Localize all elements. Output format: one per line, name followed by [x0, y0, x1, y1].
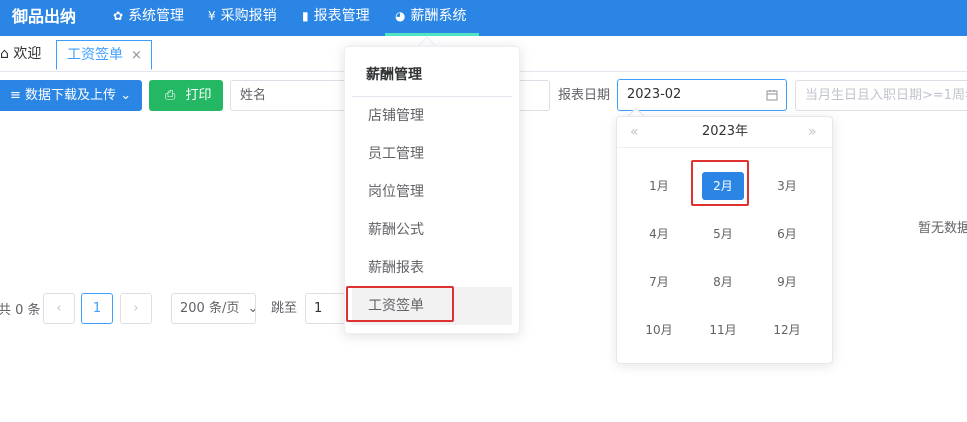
month-cell-4[interactable]: 4月: [638, 220, 680, 248]
tab-payslip[interactable]: 工资签单 ×: [56, 40, 152, 70]
download-upload-button[interactable]: ≡ 数据下载及上传 ⌄: [0, 80, 142, 111]
bar-chart-icon: ▮: [302, 9, 309, 23]
calendar-icon: [766, 90, 778, 101]
print-icon: ⎙: [165, 88, 176, 103]
menu-item-position-management[interactable]: 岗位管理: [352, 173, 512, 211]
button-label: 数据下载及上传: [25, 88, 117, 103]
nav-purchase-reimbursement[interactable]: ¥ 采购报销: [208, 0, 277, 36]
prev-year-button[interactable]: «: [630, 122, 639, 142]
nav-label: 报表管理: [313, 8, 370, 24]
tab-label: 欢迎: [13, 46, 42, 62]
month-cell-6[interactable]: 6月: [766, 220, 808, 248]
nav-report-management[interactable]: ▮ 报表管理: [302, 0, 370, 36]
chevron-down-icon: ⌄: [120, 88, 132, 103]
pie-chart-icon: ◕: [395, 9, 406, 23]
nav-system-management[interactable]: ✿ 系统管理: [113, 0, 184, 36]
home-icon: ⌂: [0, 46, 9, 62]
menu-item-salary-report[interactable]: 薪酬报表: [352, 249, 512, 287]
page-size-value: 200 条/页: [180, 301, 240, 316]
report-date-value: 2023-02: [627, 87, 682, 102]
menu-item-employee-management[interactable]: 员工管理: [352, 135, 512, 173]
nav-label: 薪酬系统: [410, 8, 467, 24]
highlight-box-menu-item: [346, 286, 454, 322]
print-button[interactable]: ⎙ 打印: [149, 80, 223, 111]
next-year-button[interactable]: »: [808, 122, 817, 142]
tab-label: 工资签单: [67, 47, 123, 63]
menu-item-salary-formula[interactable]: 薪酬公式: [352, 211, 512, 249]
menu-group-title: 薪酬管理: [366, 67, 422, 83]
month-cell-12[interactable]: 12月: [766, 316, 808, 344]
month-cell-5[interactable]: 5月: [702, 220, 744, 248]
nav-label: 系统管理: [128, 8, 185, 24]
picker-header-divider: [617, 147, 832, 148]
gear-icon: ✿: [113, 9, 124, 23]
page-size-select[interactable]: 200 条/页 ⌄: [171, 293, 256, 324]
close-icon[interactable]: ×: [131, 48, 142, 63]
month-cell-1[interactable]: 1月: [638, 172, 680, 200]
pagination-total: 共 0 条: [0, 303, 41, 318]
report-date-label: 报表日期: [558, 88, 611, 103]
tab-welcome[interactable]: ⌂ 欢迎: [0, 40, 41, 70]
jump-to-page-input[interactable]: 1: [305, 293, 349, 324]
menu-item-store-management[interactable]: 店铺管理: [352, 97, 512, 135]
yen-icon: ¥: [208, 9, 216, 23]
month-cell-10[interactable]: 10月: [638, 316, 680, 344]
nav-salary-system[interactable]: ◕ 薪酬系统: [395, 0, 466, 36]
month-cell-9[interactable]: 9月: [766, 268, 808, 296]
table-empty-text: 暂无数据: [918, 221, 967, 236]
pagination-next-button[interactable]: ›: [120, 293, 152, 324]
month-cell-8[interactable]: 8月: [702, 268, 744, 296]
pagination-prev-button[interactable]: ‹: [43, 293, 75, 324]
jump-to-label: 跳至: [271, 301, 298, 316]
picker-year-label[interactable]: 2023年: [700, 122, 750, 142]
month-cell-11[interactable]: 11月: [702, 316, 744, 344]
month-cell-3[interactable]: 3月: [766, 172, 808, 200]
pagination-page-1[interactable]: 1: [81, 293, 113, 324]
chevron-down-icon: ⌄: [247, 301, 255, 316]
nav-label: 采购报销: [220, 8, 277, 24]
button-label: 打印: [185, 88, 212, 103]
month-cell-7[interactable]: 7月: [638, 268, 680, 296]
highlight-box-month: [691, 160, 749, 206]
birthday-filter-input[interactable]: 当月生日且入职日期>=1周年: [795, 80, 967, 111]
menu-icon: ≡: [10, 88, 21, 103]
report-date-input[interactable]: 2023-02: [617, 79, 787, 111]
brand-logo: 御品出纳: [12, 7, 77, 26]
